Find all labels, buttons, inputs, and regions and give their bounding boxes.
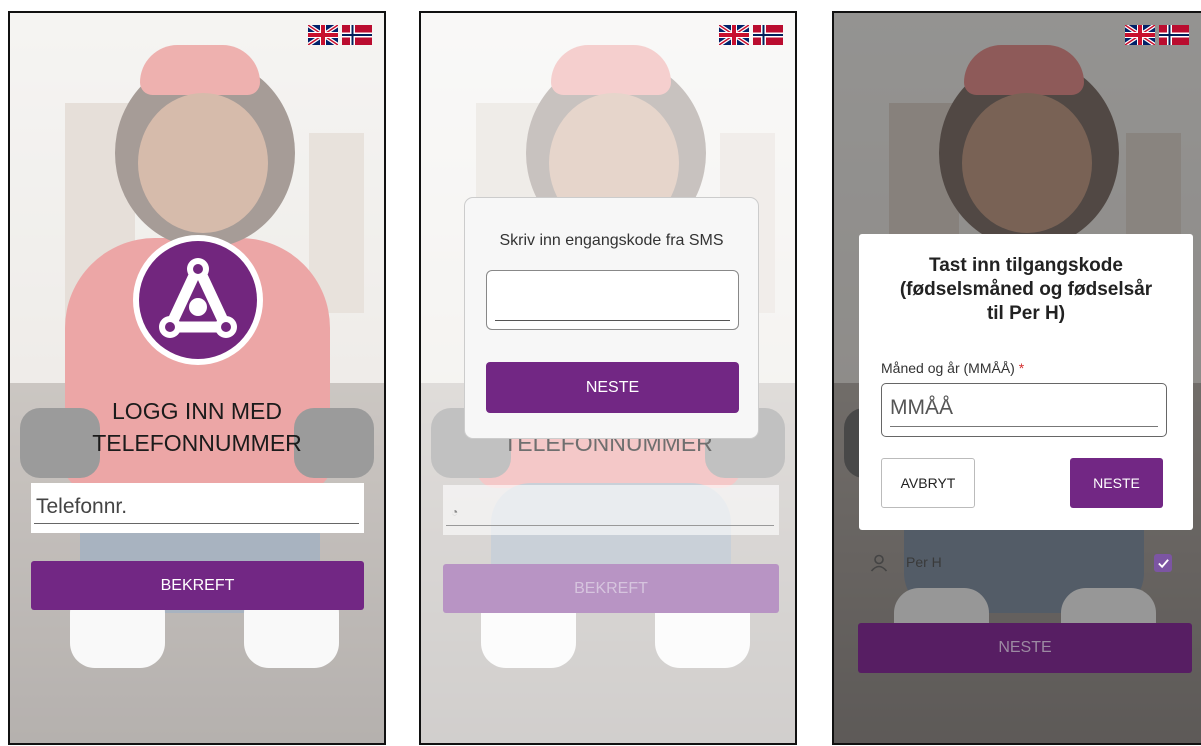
phone-placeholder: Telefonnr. [36, 495, 128, 518]
phone-number-input: ◔ [443, 485, 779, 535]
language-switcher [719, 25, 783, 45]
access-code-screen: Per H NESTE Tast inn tilgangskode (fødse… [832, 11, 1201, 745]
flag-norway-icon[interactable] [753, 25, 783, 45]
access-code-placeholder: MMÅÅ [890, 396, 953, 419]
confirm-button-disabled: BEKREFT [443, 564, 779, 613]
login-phone-screen: LOGG INN MED TELEFONNUMMER Telefonnr. BE… [8, 11, 386, 745]
phone-number-input[interactable]: Telefonnr. [31, 483, 364, 533]
flag-norway-icon[interactable] [342, 25, 372, 45]
flag-norway-icon[interactable] [1159, 25, 1189, 45]
title-line-1: LOGG INN MED [112, 398, 282, 424]
sms-code-screen: TELEFONNUMMER ◔ BEKREFT Skriv inn engang… [419, 11, 797, 745]
dialog-title: Skriv inn engangskode fra SMS [499, 232, 724, 249]
app-logo-icon [139, 241, 257, 359]
sms-code-input[interactable] [486, 270, 739, 330]
page-title: LOGG INN MED TELEFONNUMMER [10, 395, 384, 459]
next-button[interactable]: NESTE [1070, 458, 1163, 508]
field-label: Måned og år (MMÅÅ) * [881, 360, 1024, 376]
sms-code-dialog: Skriv inn engangskode fra SMS NESTE [464, 197, 759, 439]
user-icon [870, 554, 888, 572]
next-button-bottom[interactable]: NESTE [858, 623, 1192, 673]
clock-icon: ◔ [451, 505, 459, 519]
dialog-title-line-3: til Per H) [986, 303, 1066, 324]
app-logo [133, 235, 263, 365]
language-switcher [308, 25, 372, 45]
flag-uk-icon[interactable] [308, 25, 338, 45]
confirm-button[interactable]: BEKREFT [31, 561, 364, 610]
access-code-dialog: Tast inn tilgangskode (fødselsmåned og f… [859, 234, 1193, 530]
dialog-title-line-2: (fødselsmåned og fødselsår [899, 279, 1153, 300]
required-mark: * [1018, 360, 1025, 376]
user-row[interactable]: Per H [834, 543, 1201, 583]
next-button[interactable]: NESTE [486, 362, 739, 413]
access-code-input[interactable]: MMÅÅ [881, 383, 1167, 437]
language-switcher [1125, 25, 1189, 45]
user-name: Per H [906, 554, 942, 570]
checkbox-checked-icon[interactable] [1154, 554, 1172, 572]
field-label-text: Måned og år (MMÅÅ) [881, 360, 1015, 376]
title-line-2: TELEFONNUMMER [92, 430, 302, 456]
dialog-title-line-1: Tast inn tilgangskode [929, 255, 1123, 276]
dialog-title: Tast inn tilgangskode (fødselsmåned og f… [869, 254, 1183, 326]
flag-uk-icon[interactable] [719, 25, 749, 45]
cancel-button[interactable]: AVBRYT [881, 458, 975, 508]
flag-uk-icon[interactable] [1125, 25, 1155, 45]
